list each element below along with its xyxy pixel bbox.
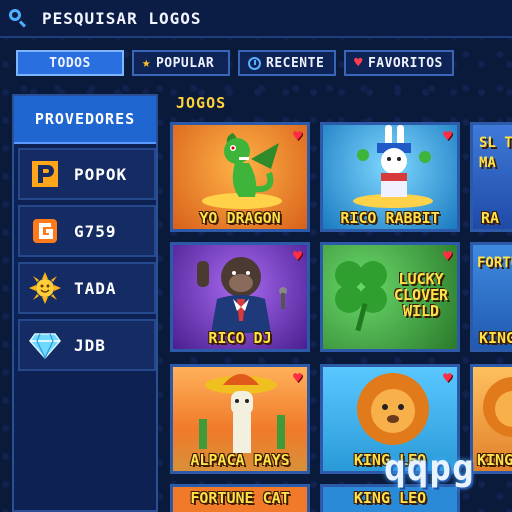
game-card-rico-rabbit[interactable]: ♥ RICO RABBIT <box>320 122 460 232</box>
search-icon[interactable] <box>8 8 28 28</box>
diamond-icon <box>28 328 62 362</box>
sun-icon <box>28 271 62 305</box>
tab-label: RECENTE <box>266 55 325 71</box>
sidebar-item-label: G759 <box>74 221 117 241</box>
heart-icon: ♥ <box>354 55 363 71</box>
favorite-heart-icon[interactable]: ♥ <box>293 369 302 387</box>
game-title: RICO RABBIT <box>340 209 440 227</box>
game-title: RICO DJ <box>208 329 272 347</box>
clock-icon <box>248 56 261 70</box>
game-partial-title: SL TO MA <box>479 135 512 171</box>
game-partial-title: FORTU <box>477 255 512 271</box>
sidebar-item-label: JDB <box>74 335 106 355</box>
gorilla-icon <box>197 257 287 333</box>
tab-label: TODOS <box>49 55 91 71</box>
sidebar-item-g759[interactable]: G759 <box>18 205 156 257</box>
game-title: LUCKY CLOVER WILD <box>393 270 449 320</box>
popok-logo-icon <box>28 157 62 191</box>
sidebar-item-popok[interactable]: POPOK <box>18 148 156 200</box>
search-input[interactable]: PESQUISAR LOGOS <box>42 9 202 28</box>
game-card-rico-dj[interactable]: ♥ RICO DJ <box>170 242 310 352</box>
g759-logo-icon <box>28 214 62 248</box>
filter-tabs: TODOS ★ POPULAR RECENTE ♥ FAVORITOS <box>16 50 454 76</box>
game-title: KING <box>479 329 512 347</box>
search-bar[interactable]: PESQUISAR LOGOS <box>0 0 512 38</box>
game-title: RA <box>481 209 500 227</box>
tab-popular[interactable]: ★ POPULAR <box>132 50 230 76</box>
tab-label: POPULAR <box>155 55 215 71</box>
tab-recente[interactable]: RECENTE <box>238 50 336 76</box>
game-title: ALPACA PAYS <box>190 451 290 469</box>
alpaca-icon <box>199 374 285 453</box>
game-card-yo-dragon[interactable]: ♥ YO DRAGON <box>170 122 310 232</box>
sidebar-item-label: TADA <box>74 278 117 298</box>
games-section-title: JOGOS <box>176 94 227 112</box>
favorite-heart-icon[interactable]: ♥ <box>443 127 452 145</box>
favorite-heart-icon[interactable]: ♥ <box>293 127 302 145</box>
lion-icon <box>483 377 512 437</box>
favorite-heart-icon[interactable]: ♥ <box>443 247 452 265</box>
tab-todos[interactable]: TODOS <box>16 50 124 76</box>
game-title: FORTUNE CAT <box>190 489 290 507</box>
game-card-fortune-cat[interactable]: FORTUNE CAT <box>170 484 310 512</box>
star-icon: ★ <box>142 55 151 71</box>
lion-icon <box>357 373 429 445</box>
sidebar-item-label: POPOK <box>74 164 128 184</box>
watermark-logo: qqpg <box>384 448 475 489</box>
sidebar-item-tada[interactable]: TADA <box>18 262 156 314</box>
favorite-heart-icon[interactable]: ♥ <box>443 369 452 387</box>
sidebar-header: PROVEDORES <box>14 96 156 144</box>
game-card-king-partial[interactable]: FORTU KING <box>470 242 512 352</box>
providers-sidebar: PROVEDORES POPOK G759 TADA JDB <box>12 94 158 512</box>
tab-label: FAVORITOS <box>367 55 443 71</box>
game-card-lucky-clover[interactable]: LUCKY CLOVER WILD ♥ <box>320 242 460 352</box>
rabbit-icon <box>353 125 433 208</box>
game-title: KING <box>477 451 512 469</box>
dragon-icon <box>202 133 282 209</box>
game-title: KING LEO <box>353 489 427 507</box>
game-title: YO DRAGON <box>199 209 281 227</box>
sidebar-item-jdb[interactable]: JDB <box>18 319 156 371</box>
game-card-slot-partial[interactable]: SL TO MA RA <box>470 122 512 232</box>
game-card-alpaca-pays[interactable]: ♥ ALPACA PAYS <box>170 364 310 474</box>
favorite-heart-icon[interactable]: ♥ <box>293 247 302 265</box>
game-card-lion-partial[interactable]: KING <box>470 364 512 474</box>
tab-favoritos[interactable]: ♥ FAVORITOS <box>344 50 454 76</box>
